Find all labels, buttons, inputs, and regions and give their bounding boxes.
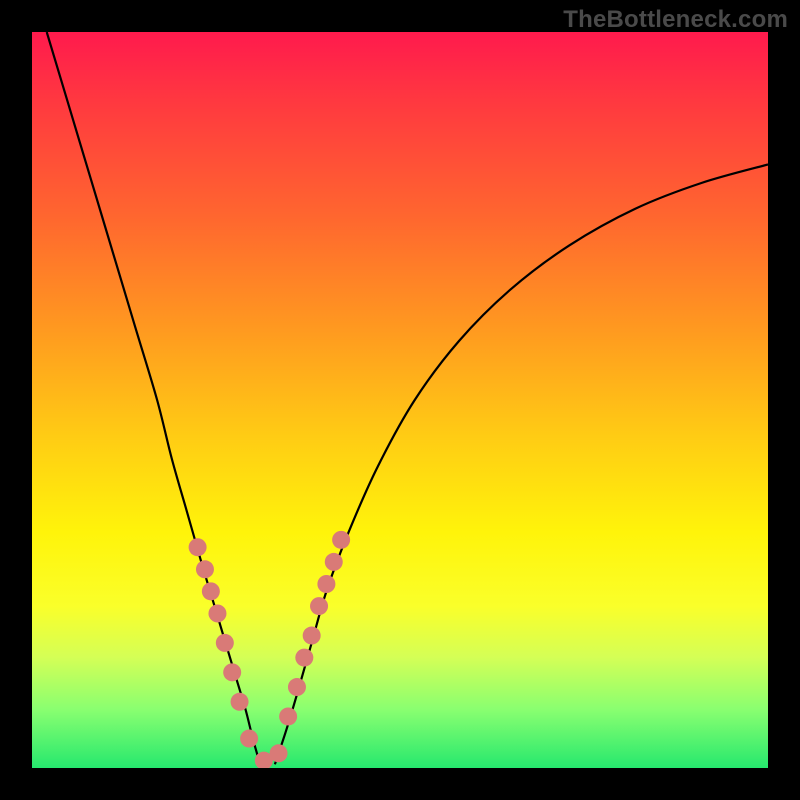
marker-dot xyxy=(231,693,249,711)
marker-dot xyxy=(270,744,288,762)
marker-dot xyxy=(303,627,321,645)
marker-dot xyxy=(332,531,350,549)
curve-left-branch xyxy=(47,32,260,764)
curve-right-branch xyxy=(275,164,768,764)
marker-dot xyxy=(288,678,306,696)
marker-dot xyxy=(279,707,297,725)
chart-frame: TheBottleneck.com xyxy=(0,0,800,800)
marker-dot xyxy=(310,597,328,615)
marker-dot xyxy=(208,604,226,622)
marker-dot xyxy=(216,634,234,652)
watermark-text: TheBottleneck.com xyxy=(563,6,788,34)
marker-dot xyxy=(240,730,258,748)
marker-dot xyxy=(325,553,343,571)
chart-svg xyxy=(32,32,768,768)
plot-area xyxy=(32,32,768,768)
marker-dot xyxy=(295,649,313,667)
marker-dot xyxy=(202,582,220,600)
marker-group xyxy=(189,531,351,768)
marker-dot xyxy=(189,538,207,556)
marker-dot xyxy=(317,575,335,593)
marker-dot xyxy=(196,560,214,578)
marker-dot xyxy=(223,663,241,681)
